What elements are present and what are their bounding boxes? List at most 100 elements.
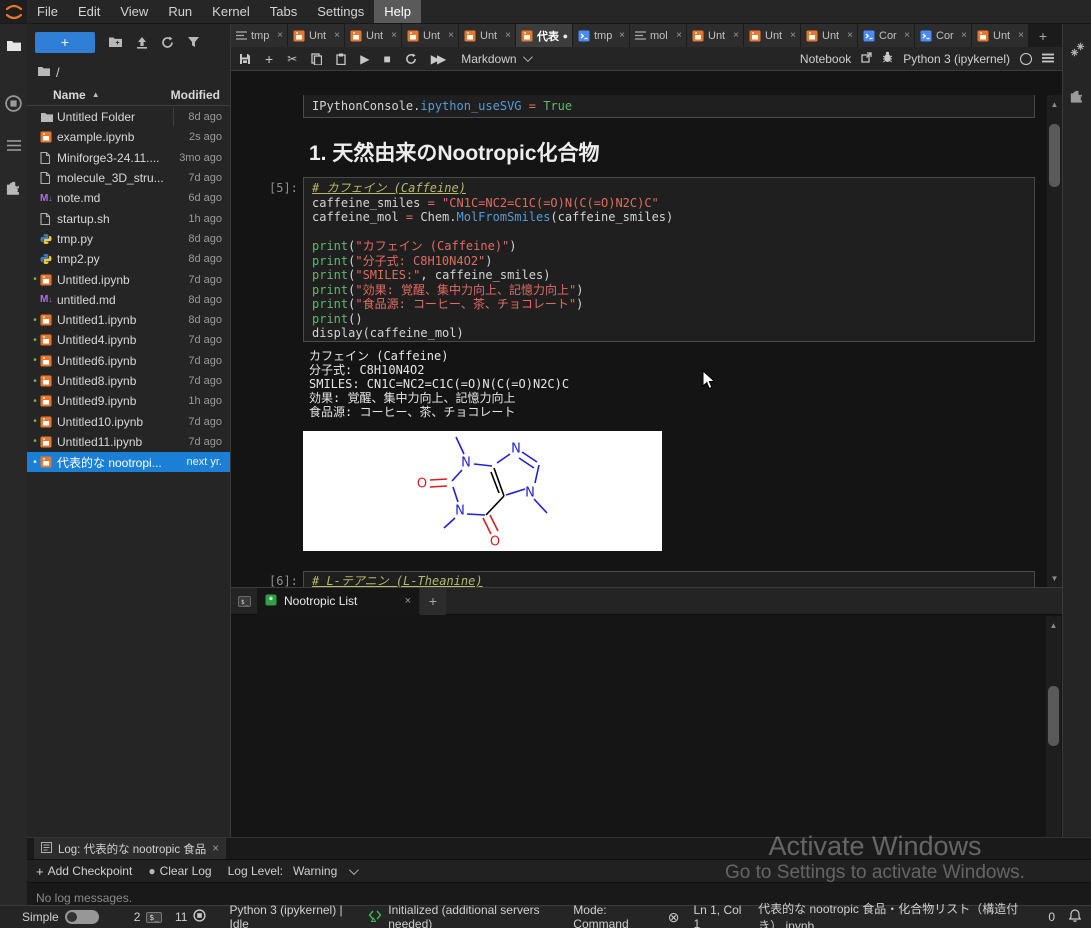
dock-tab-mol[interactable]: mol× xyxy=(630,24,686,47)
close-icon[interactable]: × xyxy=(790,30,796,41)
terminal-scrollbar[interactable]: ▲ ▼ xyxy=(1046,616,1061,862)
dock-tab-Unt[interactable]: Unt× xyxy=(744,24,800,47)
scroll-up-arrow[interactable]: ▲ xyxy=(1046,618,1061,632)
bell-icon[interactable] xyxy=(1069,909,1081,925)
new-tab-button[interactable]: + xyxy=(1029,24,1057,47)
new-launcher-button[interactable]: + xyxy=(35,32,95,53)
new-terminal-button[interactable]: + xyxy=(420,588,446,615)
file-row[interactable]: example.ipynb2s ago xyxy=(27,127,230,147)
kernel-count[interactable]: 11 xyxy=(175,909,206,925)
file-row[interactable]: •Untitled4.ipynb7d ago xyxy=(27,330,230,350)
file-row[interactable]: •Untitled11.ipynb7d ago xyxy=(27,432,230,452)
dirty-indicator[interactable]: ● xyxy=(563,31,568,41)
running-kernels-icon[interactable] xyxy=(0,86,27,120)
menu-file[interactable]: File xyxy=(27,0,68,23)
filter-button[interactable] xyxy=(187,36,200,48)
simple-mode-toggle[interactable]: Simple xyxy=(22,910,99,924)
server-init-status[interactable]: Initialized (additional servers needed) xyxy=(368,903,564,928)
file-row[interactable]: Miniforge3-24.11....3mo ago xyxy=(27,148,230,168)
dock-tab-代表[interactable]: 代表● xyxy=(516,24,572,47)
terminal-tab[interactable]: * Nootropic List × xyxy=(257,588,419,615)
dock-tab-tmp[interactable]: tmp× xyxy=(231,24,287,47)
kernel-name[interactable]: Python 3 (ipykernel) xyxy=(903,52,1010,66)
breadcrumb[interactable]: / xyxy=(27,60,230,84)
add-cell-button[interactable]: + xyxy=(265,51,273,67)
close-icon[interactable]: × xyxy=(1018,30,1024,41)
notification-count[interactable]: 0 xyxy=(1048,910,1055,924)
menu-kernel[interactable]: Kernel xyxy=(202,0,260,23)
close-icon[interactable]: × xyxy=(277,30,283,41)
notebook-content[interactable]: IPythonConsole.ipython_useSVG = True 1. … xyxy=(231,95,1062,587)
code-cell-6[interactable]: # L-テアニン (L-Theanine) xyxy=(303,571,1035,587)
accessibility-icon[interactable]: ⊗ xyxy=(668,909,680,926)
dock-tab-Unt[interactable]: Unt× xyxy=(402,24,458,47)
paste-cells-button[interactable] xyxy=(336,53,346,65)
scrollbar-thumb[interactable] xyxy=(1048,686,1059,746)
code-cell-5[interactable]: # カフェイン (Caffeine)caffeine_smiles = "CN1… xyxy=(303,177,1035,342)
extensions-icon[interactable] xyxy=(0,172,27,206)
name-column-header[interactable]: Name xyxy=(53,88,86,102)
copy-cells-button[interactable] xyxy=(311,53,322,65)
file-row[interactable]: •Untitled.ipynb7d ago xyxy=(27,269,230,289)
restart-run-all-button[interactable]: ▶▶ xyxy=(431,52,443,66)
close-icon[interactable]: × xyxy=(334,30,340,41)
debugger-bug-icon[interactable] xyxy=(882,51,893,66)
upload-button[interactable] xyxy=(136,36,148,49)
dock-tab-Unt[interactable]: Unt× xyxy=(288,24,344,47)
file-row[interactable]: •Untitled6.ipynb7d ago xyxy=(27,351,230,371)
file-row[interactable]: •Untitled10.ipynb7d ago xyxy=(27,411,230,431)
file-row[interactable]: •代表的な nootropi...next yr. xyxy=(27,452,230,472)
log-level-control[interactable]: Log Level: Warning xyxy=(228,864,357,878)
property-inspector-icon[interactable] xyxy=(1063,32,1091,66)
table-of-contents-icon[interactable] xyxy=(0,128,27,162)
code-cell-partial[interactable]: IPythonConsole.ipython_useSVG = True xyxy=(303,95,1035,118)
mode-indicator[interactable]: Mode: Command xyxy=(573,903,653,928)
file-row[interactable]: molecule_3D_stru...7d ago xyxy=(27,168,230,188)
file-row[interactable]: M↓note.md6d ago xyxy=(27,188,230,208)
add-checkpoint-button[interactable]: + Add Checkpoint xyxy=(36,864,132,879)
close-icon[interactable]: × xyxy=(212,843,219,855)
run-cell-button[interactable]: ▶ xyxy=(360,52,369,66)
restart-kernel-button[interactable] xyxy=(405,53,417,65)
close-icon[interactable]: × xyxy=(676,30,682,41)
scrollbar-thumb[interactable] xyxy=(1049,124,1060,187)
kernel-status-indicator[interactable]: Python 3 (ipykernel) | Idle xyxy=(229,903,351,928)
dock-tab-Unt[interactable]: Unt× xyxy=(687,24,743,47)
close-icon[interactable]: × xyxy=(847,30,853,41)
menu-help[interactable]: Help xyxy=(374,0,421,23)
cut-cells-button[interactable]: ✂ xyxy=(287,52,297,66)
menu-tabs[interactable]: Tabs xyxy=(260,0,307,23)
file-row[interactable]: •Untitled1.ipynb8d ago xyxy=(27,310,230,330)
file-row[interactable]: tmp2.py8d ago xyxy=(27,249,230,269)
file-row[interactable]: Untitled Folder8d ago xyxy=(27,107,230,127)
clear-log-button[interactable]: ● Clear Log xyxy=(148,864,211,878)
notebook-scrollbar[interactable]: ▲ ▼ xyxy=(1047,95,1062,587)
toggle-switch[interactable] xyxy=(65,910,99,924)
interrupt-kernel-button[interactable]: ■ xyxy=(383,52,390,66)
refresh-button[interactable] xyxy=(161,36,174,49)
menu-run[interactable]: Run xyxy=(158,0,202,23)
dock-tab-tmp[interactable]: tmp× xyxy=(573,24,629,47)
file-row[interactable]: •Untitled8.ipynb7d ago xyxy=(27,371,230,391)
dock-tab-Unt[interactable]: Unt× xyxy=(345,24,401,47)
dock-tab-Cor[interactable]: Cor× xyxy=(915,24,971,47)
close-icon[interactable]: × xyxy=(405,595,411,607)
menu-edit[interactable]: Edit xyxy=(68,0,110,23)
new-folder-button[interactable]: + xyxy=(108,36,123,48)
cell-type-dropdown[interactable]: Markdown xyxy=(461,52,529,66)
app-logo-icon[interactable] xyxy=(0,0,27,23)
file-row[interactable]: tmp.py8d ago xyxy=(27,229,230,249)
dock-tab-Unt[interactable]: Unt× xyxy=(801,24,857,47)
modified-column-header[interactable]: Modified xyxy=(171,88,220,102)
terminal-count[interactable]: 2 $_ xyxy=(134,910,162,924)
close-icon[interactable]: × xyxy=(961,30,967,41)
markdown-heading[interactable]: 1. 天然由来のNootropic化合物 xyxy=(309,137,600,167)
toolbar-menu-icon[interactable] xyxy=(1042,52,1054,66)
file-browser-icon[interactable] xyxy=(0,28,27,62)
file-row[interactable]: •Untitled9.ipynb1h ago xyxy=(27,391,230,411)
save-button[interactable] xyxy=(239,53,251,65)
dock-tab-Unt[interactable]: Unt× xyxy=(972,24,1028,47)
close-icon[interactable]: × xyxy=(505,30,511,41)
cursor-position[interactable]: Ln 1, Col 1 xyxy=(693,903,744,928)
close-icon[interactable]: × xyxy=(448,30,454,41)
